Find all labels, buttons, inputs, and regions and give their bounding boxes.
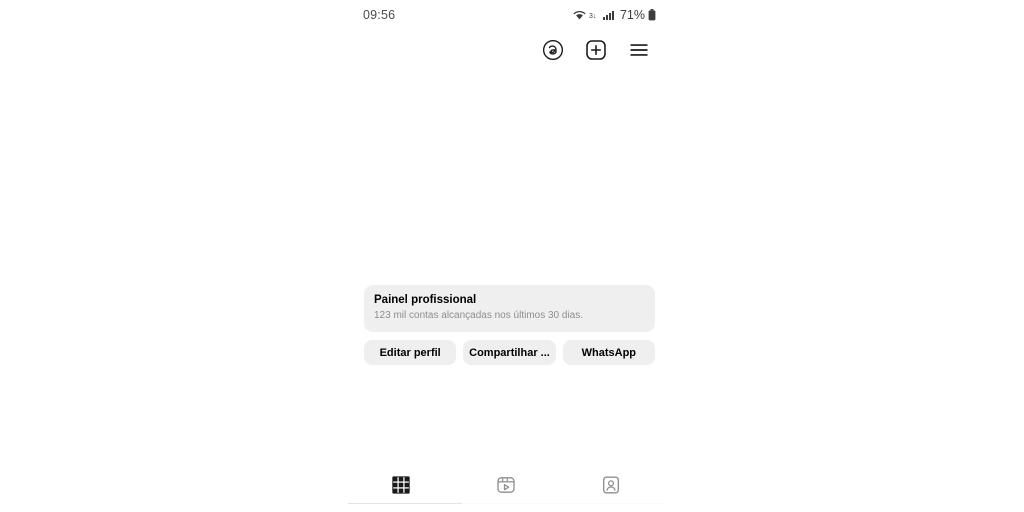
phone-screen: 09:56 3↓ 71% Painel profissional 123 mil… — [348, 0, 664, 512]
tab-reels[interactable] — [453, 470, 558, 504]
professional-dashboard-title: Painel profissional — [374, 294, 477, 306]
status-bar: 09:56 3↓ 71% — [348, 0, 664, 30]
battery-icon — [648, 9, 656, 21]
professional-dashboard-card[interactable]: Painel profissional 123 mil contas alcan… — [364, 285, 655, 332]
top-navigation-bar — [348, 34, 664, 66]
signal-bars-icon — [602, 10, 615, 20]
active-tab-indicator — [348, 503, 462, 504]
edit-profile-button[interactable]: Editar perfil — [364, 340, 457, 365]
status-time: 09:56 — [363, 8, 396, 22]
whatsapp-button[interactable]: WhatsApp — [562, 340, 655, 365]
menu-icon[interactable] — [626, 37, 652, 63]
svg-text:3↓: 3↓ — [589, 13, 596, 20]
profile-tab-bar — [348, 470, 664, 504]
new-post-icon[interactable] — [583, 37, 609, 63]
tagged-icon — [601, 475, 621, 500]
mobile-data-icon: 3↓ — [589, 10, 600, 20]
threads-icon[interactable] — [540, 37, 566, 63]
professional-dashboard-subtitle: 123 mil contas alcançadas nos últimos 30… — [374, 310, 584, 321]
tab-grid[interactable] — [348, 470, 462, 504]
profile-action-buttons: Editar perfil Compartilhar ... WhatsApp — [364, 340, 655, 365]
profile-header-area — [348, 70, 664, 280]
wifi-icon — [573, 10, 586, 21]
status-indicators: 3↓ 71% — [573, 8, 658, 22]
share-profile-button[interactable]: Compartilhar ... — [463, 340, 556, 365]
reels-icon — [496, 475, 516, 500]
grid-icon — [391, 475, 411, 500]
battery-percent-label: 71% — [619, 8, 645, 22]
tab-tagged[interactable] — [559, 470, 664, 504]
